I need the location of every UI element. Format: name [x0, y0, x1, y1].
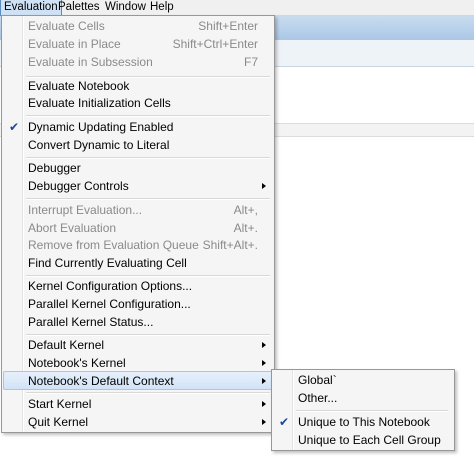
menu-item-quit-kernel[interactable]: Quit Kernel [4, 413, 272, 431]
submenu-arrow-icon [262, 401, 266, 407]
menu-item-kernel-configuration[interactable]: Kernel Configuration Options... [4, 277, 272, 295]
menu-item-start-kernel[interactable]: Start Kernel [4, 395, 272, 413]
menu-separator [26, 198, 270, 200]
menu-item-notebooks-kernel[interactable]: Notebook's Kernel [4, 354, 272, 372]
menu-evaluation[interactable]: Evaluation [0, 0, 62, 16]
menu-help[interactable]: Help [147, 0, 177, 15]
submenu-arrow-icon [262, 360, 266, 366]
submenu-arrow-icon [262, 342, 266, 348]
menu-item-dynamic-updating[interactable]: ✔ Dynamic Updating Enabled [4, 118, 272, 136]
menu-item-parallel-kernel-status[interactable]: Parallel Kernel Status... [4, 313, 272, 331]
submenu-item-unique-to-cell-group[interactable]: Unique to Each Cell Group [274, 431, 452, 449]
menu-item-remove-from-queue[interactable]: Remove from Evaluation Queue Shift+Alt+. [4, 236, 272, 254]
menu-separator [26, 392, 270, 394]
checkmark-icon: ✔ [9, 120, 20, 134]
submenu-item-global[interactable]: Global` [274, 371, 452, 389]
menu-item-abort-evaluation[interactable]: Abort Evaluation Alt+. [4, 219, 272, 237]
menu-item-find-evaluating-cell[interactable]: Find Currently Evaluating Cell [4, 254, 272, 272]
submenu-arrow-icon [262, 419, 266, 425]
menu-item-notebooks-default-context[interactable]: Notebook's Default Context [3, 371, 273, 390]
menu-item-evaluate-cells[interactable]: Evaluate Cells Shift+Enter [4, 17, 272, 35]
menu-item-evaluate-notebook[interactable]: Evaluate Notebook [4, 77, 272, 95]
menu-item-debugger-controls[interactable]: Debugger Controls [4, 177, 272, 195]
submenu-item-other[interactable]: Other... [274, 389, 452, 407]
menu-item-evaluate-initialization-cells[interactable]: Evaluate Initialization Cells [4, 94, 272, 112]
menu-item-parallel-kernel-configuration[interactable]: Parallel Kernel Configuration... [4, 295, 272, 313]
submenu-arrow-icon [262, 183, 266, 189]
menu-item-interrupt-evaluation[interactable]: Interrupt Evaluation... Alt+, [4, 201, 272, 219]
checkmark-icon: ✔ [279, 415, 290, 429]
evaluation-menu: Evaluate Cells Shift+Enter Evaluate in P… [1, 15, 275, 433]
submenu-arrow-icon [262, 378, 266, 384]
menu-item-default-kernel[interactable]: Default Kernel [4, 336, 272, 354]
menu-item-debugger[interactable]: Debugger [4, 159, 272, 177]
menu-item-convert-dynamic[interactable]: Convert Dynamic to Literal [4, 136, 272, 154]
menu-window[interactable]: Window [102, 0, 149, 15]
menu-separator [296, 410, 448, 412]
menu-item-evaluate-in-place[interactable]: Evaluate in Place Shift+Ctrl+Enter [4, 35, 272, 53]
menu-separator [26, 115, 270, 117]
menu-palettes[interactable]: Palettes [55, 0, 103, 15]
submenu-item-unique-to-notebook[interactable]: ✔ Unique to This Notebook [274, 413, 452, 431]
menu-bar: Evaluation Palettes Window Help [0, 0, 474, 16]
default-context-submenu: Global` Other... ✔ Unique to This Notebo… [271, 369, 455, 451]
menu-item-evaluate-in-subsession[interactable]: Evaluate in Subsession F7 [4, 53, 272, 71]
